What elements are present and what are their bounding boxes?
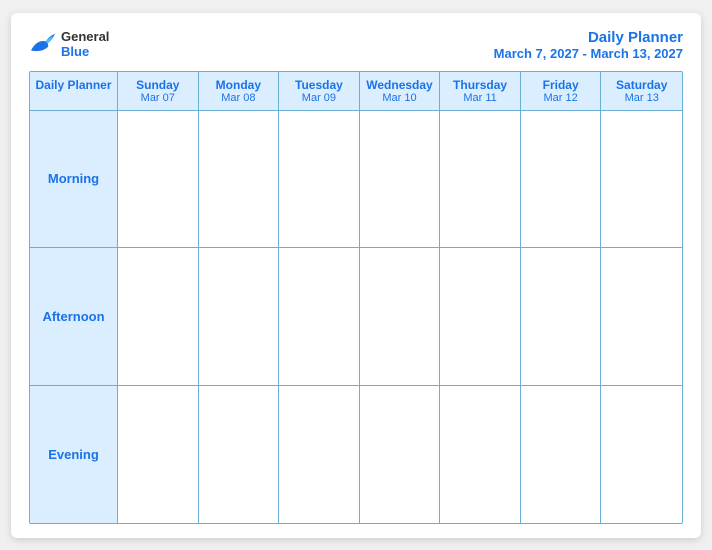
cell-morning-0[interactable] xyxy=(118,111,199,248)
calendar-header: Daily PlannerSundayMar 07MondayMar 08Tue… xyxy=(30,72,682,111)
cell-afternoon-1[interactable] xyxy=(199,248,280,385)
day-name-2: Monday xyxy=(203,78,275,92)
calendar-row-evening: Evening xyxy=(30,386,682,523)
calendar: Daily PlannerSundayMar 07MondayMar 08Tue… xyxy=(29,71,683,524)
logo: GeneralBlue xyxy=(29,29,109,60)
row-label-evening: Evening xyxy=(30,386,118,523)
cell-afternoon-0[interactable] xyxy=(118,248,199,385)
cell-evening-6[interactable] xyxy=(601,386,682,523)
calendar-row-afternoon: Afternoon xyxy=(30,248,682,386)
cell-morning-6[interactable] xyxy=(601,111,682,248)
logo-text: GeneralBlue xyxy=(61,29,109,60)
cell-afternoon-6[interactable] xyxy=(601,248,682,385)
day-name-3: Tuesday xyxy=(283,78,355,92)
day-name-4: Wednesday xyxy=(364,78,436,92)
day-name-6: Friday xyxy=(525,78,597,92)
header: GeneralBlue Daily Planner March 7, 2027 … xyxy=(29,29,683,61)
day-date-7: Mar 13 xyxy=(605,92,678,104)
day-date-2: Mar 08 xyxy=(203,92,275,104)
day-date-3: Mar 09 xyxy=(283,92,355,104)
row-label-morning: Morning xyxy=(30,111,118,248)
day-name-7: Saturday xyxy=(605,78,678,92)
logo-blue-text: Blue xyxy=(61,44,89,59)
calendar-body: MorningAfternoonEvening xyxy=(30,111,682,523)
cell-evening-2[interactable] xyxy=(279,386,360,523)
col-header-friday: FridayMar 12 xyxy=(521,72,602,110)
logo-bird-icon xyxy=(29,32,57,56)
day-date-4: Mar 10 xyxy=(364,92,436,104)
day-name-1: Sunday xyxy=(122,78,194,92)
col-header-label: Daily Planner xyxy=(30,72,118,110)
col-header-thursday: ThursdayMar 11 xyxy=(440,72,521,110)
col-header-sunday: SundayMar 07 xyxy=(118,72,199,110)
cell-morning-2[interactable] xyxy=(279,111,360,248)
col-header-saturday: SaturdayMar 13 xyxy=(601,72,682,110)
cell-morning-4[interactable] xyxy=(440,111,521,248)
calendar-row-morning: Morning xyxy=(30,111,682,249)
daily-planner-label: Daily Planner xyxy=(34,78,113,94)
day-name-5: Thursday xyxy=(444,78,516,92)
cell-evening-3[interactable] xyxy=(360,386,441,523)
day-date-1: Mar 07 xyxy=(122,92,194,104)
cell-afternoon-5[interactable] xyxy=(521,248,602,385)
day-date-5: Mar 11 xyxy=(444,92,516,104)
cell-morning-5[interactable] xyxy=(521,111,602,248)
page: GeneralBlue Daily Planner March 7, 2027 … xyxy=(11,13,701,538)
cell-afternoon-4[interactable] xyxy=(440,248,521,385)
cell-afternoon-3[interactable] xyxy=(360,248,441,385)
col-header-monday: MondayMar 08 xyxy=(199,72,280,110)
cell-evening-1[interactable] xyxy=(199,386,280,523)
title-block: Daily Planner March 7, 2027 - March 13, … xyxy=(494,29,683,61)
cell-evening-4[interactable] xyxy=(440,386,521,523)
cell-afternoon-2[interactable] xyxy=(279,248,360,385)
cell-morning-1[interactable] xyxy=(199,111,280,248)
cell-evening-0[interactable] xyxy=(118,386,199,523)
day-date-6: Mar 12 xyxy=(525,92,597,104)
cell-morning-3[interactable] xyxy=(360,111,441,248)
planner-title: Daily Planner xyxy=(494,29,683,46)
cell-evening-5[interactable] xyxy=(521,386,602,523)
row-label-afternoon: Afternoon xyxy=(30,248,118,385)
col-header-tuesday: TuesdayMar 09 xyxy=(279,72,360,110)
planner-date-range: March 7, 2027 - March 13, 2027 xyxy=(494,46,683,61)
col-header-wednesday: WednesdayMar 10 xyxy=(360,72,441,110)
